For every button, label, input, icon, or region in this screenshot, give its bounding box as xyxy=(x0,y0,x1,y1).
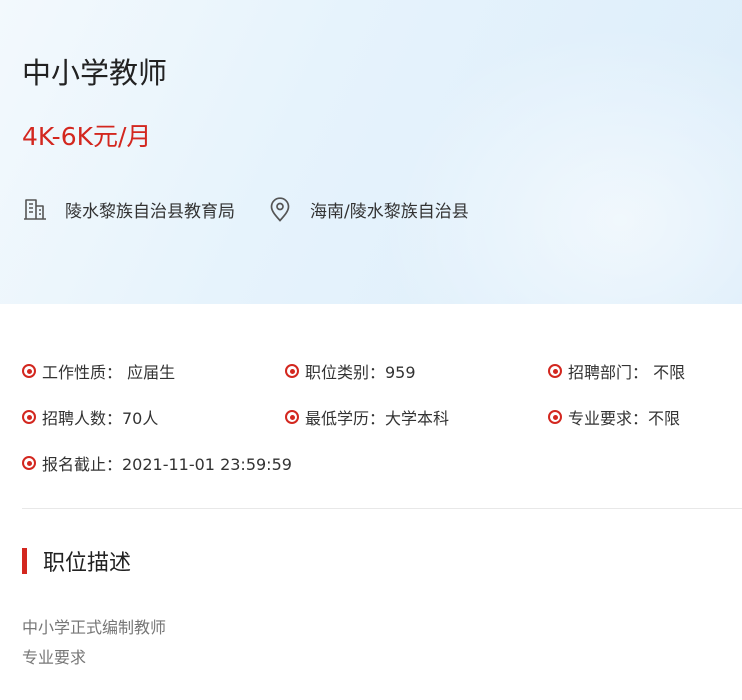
section-divider xyxy=(22,508,742,509)
organization-name: 陵水黎族自治县教育局 xyxy=(65,201,235,222)
detail-department-text: 招聘部门： 不限 xyxy=(568,363,686,382)
salary: 4K-6K元/月 xyxy=(22,122,152,151)
description-line: 中小学正式编制教师 xyxy=(22,618,167,637)
bullet-icon xyxy=(22,410,36,424)
bullet-icon xyxy=(285,410,299,424)
detail-category: 职位类别：959 xyxy=(285,356,416,386)
heading-accent-bar xyxy=(22,548,27,574)
detail-education-text: 最低学历：大学本科 xyxy=(305,409,450,428)
description-heading-text: 职位描述 xyxy=(43,551,132,576)
job-title: 中小学教师 xyxy=(22,56,168,90)
detail-major-text: 专业要求：不限 xyxy=(568,409,681,428)
description-line: 专业要求 xyxy=(22,648,87,667)
detail-headcount-text: 招聘人数：70人 xyxy=(42,409,159,428)
detail-deadline-text: 报名截止：2021-11-01 23:59:59 xyxy=(42,455,292,474)
detail-nature: 工作性质： 应届生 xyxy=(22,356,175,386)
detail-education: 最低学历：大学本科 xyxy=(285,402,449,432)
detail-headcount: 招聘人数：70人 xyxy=(22,402,158,432)
location-pin-icon xyxy=(267,195,293,223)
bullet-icon xyxy=(22,364,36,378)
bullet-icon xyxy=(285,364,299,378)
job-location: 海南/陵水黎族自治县 xyxy=(310,201,469,222)
detail-category-text: 职位类别：959 xyxy=(305,363,416,382)
bullet-icon xyxy=(548,364,562,378)
detail-nature-text: 工作性质： 应届生 xyxy=(42,363,176,382)
building-icon xyxy=(22,195,48,223)
job-meta: 陵水黎族自治县教育局 海南/陵水黎族自治县 xyxy=(22,194,469,224)
job-header: 中小学教师 4K-6K元/月 陵水黎族自治县教育局 海南/陵水黎族自治县 xyxy=(0,0,742,304)
description-heading: 职位描述 xyxy=(22,546,131,576)
detail-major: 专业要求：不限 xyxy=(548,402,680,432)
bullet-icon xyxy=(22,456,36,470)
detail-department: 招聘部门： 不限 xyxy=(548,356,685,386)
bullet-icon xyxy=(548,410,562,424)
detail-deadline: 报名截止：2021-11-01 23:59:59 xyxy=(22,448,292,478)
